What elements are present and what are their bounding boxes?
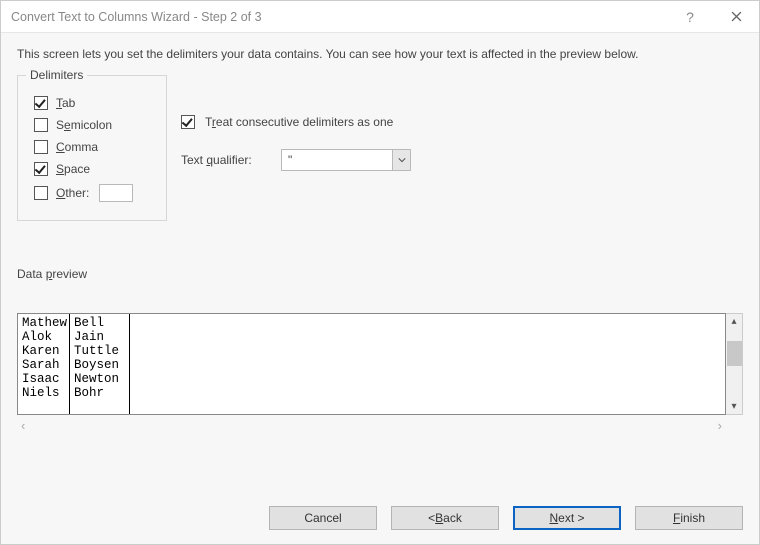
checkbox-tab-label: Tab [56,96,75,110]
text-qualifier-label: Text qualifier: [181,153,271,167]
checkbox-consecutive-row[interactable]: Treat consecutive delimiters as one [181,115,411,129]
scroll-down-icon[interactable]: ▾ [731,399,736,414]
wizard-dialog: Convert Text to Columns Wizard - Step 2 … [0,0,760,545]
scroll-up-icon[interactable]: ▴ [731,314,736,329]
chevron-down-icon [398,156,406,164]
checkbox-other-label: Other: [56,186,89,200]
checkbox-comma[interactable] [34,140,48,154]
checkbox-space-row[interactable]: Space [34,162,156,176]
checkbox-comma-label: Comma [56,140,98,154]
scroll-thumb[interactable] [727,341,742,366]
checkbox-tab-row[interactable]: Tab [34,96,156,110]
checkbox-semicolon-row[interactable]: Semicolon [34,118,156,132]
next-button[interactable]: Next > [513,506,621,530]
scroll-right-icon[interactable]: › [718,418,722,433]
cancel-button[interactable]: Cancel [269,506,377,530]
delimiters-legend: Delimiters [26,68,87,82]
preview-col-2: Bell Jain Tuttle Boysen Newton Bohr [70,314,130,414]
preview-col-1: Mathew Alok Karen Sarah Isaac Niels [18,314,70,414]
delimiters-group: Delimiters Tab Semicolon Comma Space [17,75,167,221]
text-qualifier-value: " [282,153,392,167]
titlebar: Convert Text to Columns Wizard - Step 2 … [1,1,759,33]
help-button[interactable]: ? [667,1,713,33]
other-delimiter-input[interactable] [99,184,133,202]
horizontal-scrollbar[interactable]: ‹ › [17,417,726,434]
scroll-left-icon[interactable]: ‹ [21,418,25,433]
close-icon [731,11,742,22]
text-qualifier-dropdown-button[interactable] [392,150,410,170]
instruction-text: This screen lets you set the delimiters … [17,47,743,61]
close-button[interactable] [713,1,759,33]
back-button[interactable]: < Back [391,506,499,530]
checkbox-space-label: Space [56,162,90,176]
checkbox-comma-row[interactable]: Comma [34,140,156,154]
footer-buttons: Cancel < Back Next > Finish [1,500,759,544]
window-title: Convert Text to Columns Wizard - Step 2 … [11,10,667,24]
checkbox-space[interactable] [34,162,48,176]
data-preview: Mathew Alok Karen Sarah Isaac Niels Bell… [17,313,726,415]
checkbox-consecutive[interactable] [181,115,195,129]
checkbox-other-row[interactable]: Other: [34,184,156,202]
checkbox-tab[interactable] [34,96,48,110]
checkbox-semicolon-label: Semicolon [56,118,112,132]
text-qualifier-combo[interactable]: " [281,149,411,171]
checkbox-other[interactable] [34,186,48,200]
checkbox-semicolon[interactable] [34,118,48,132]
finish-button[interactable]: Finish [635,506,743,530]
data-preview-legend: Data preview [17,267,743,281]
vertical-scrollbar[interactable]: ▴ ▾ [726,313,743,415]
checkbox-consecutive-label: Treat consecutive delimiters as one [205,115,393,129]
